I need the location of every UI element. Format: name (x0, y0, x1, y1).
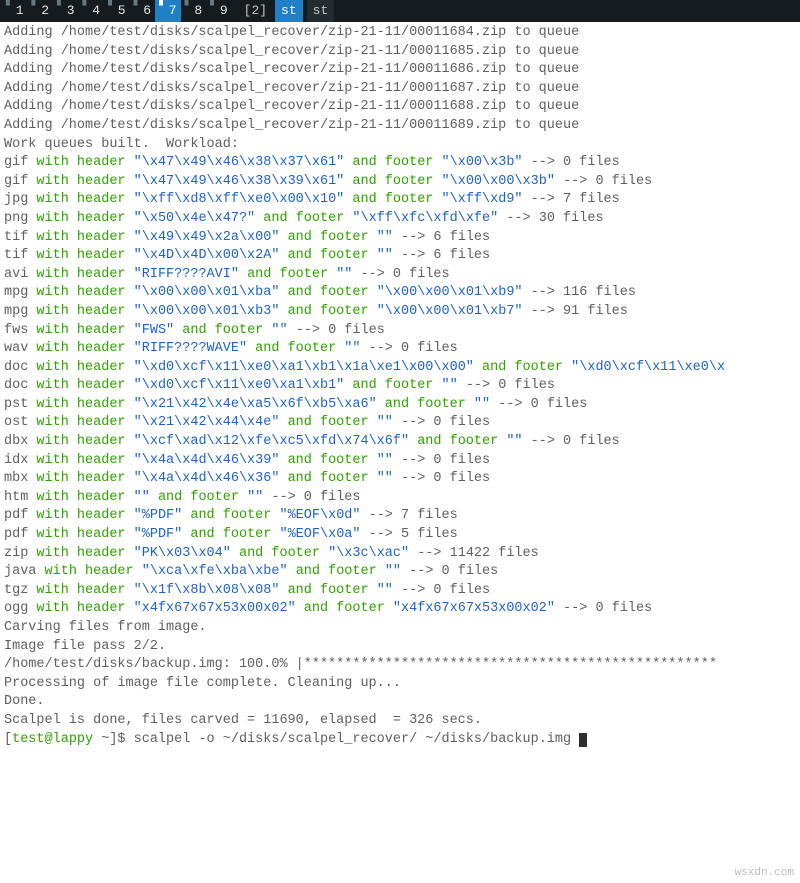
workspace-3[interactable]: ▘3 (53, 0, 79, 22)
watermark: wsxdn.com (735, 864, 794, 883)
workspace-9[interactable]: ▘9 (206, 0, 232, 22)
workspace-7[interactable]: ▘7 (155, 0, 181, 22)
cursor-icon (579, 733, 587, 747)
shell-prompt[interactable]: [test@lappy ~]$ scalpel -o ~/disks/scalp… (4, 731, 796, 750)
workspace-4[interactable]: ▘4 (79, 0, 105, 22)
taskbar[interactable]: ▘1▘2▘3▘4▘5▘6▘7▘8▘9[2]stst (0, 0, 800, 22)
visible-tag: [2] (240, 0, 271, 22)
window-title-active[interactable]: st (275, 0, 303, 22)
workspace-6[interactable]: ▘6 (130, 0, 156, 22)
terminal-output: Adding /home/test/disks/scalpel_recover/… (0, 22, 800, 753)
workspace-2[interactable]: ▘2 (28, 0, 54, 22)
workspace-5[interactable]: ▘5 (104, 0, 130, 22)
workspace-8[interactable]: ▘8 (181, 0, 207, 22)
window-title-inactive[interactable]: st (307, 0, 335, 22)
workspace-1[interactable]: ▘1 (2, 0, 28, 22)
